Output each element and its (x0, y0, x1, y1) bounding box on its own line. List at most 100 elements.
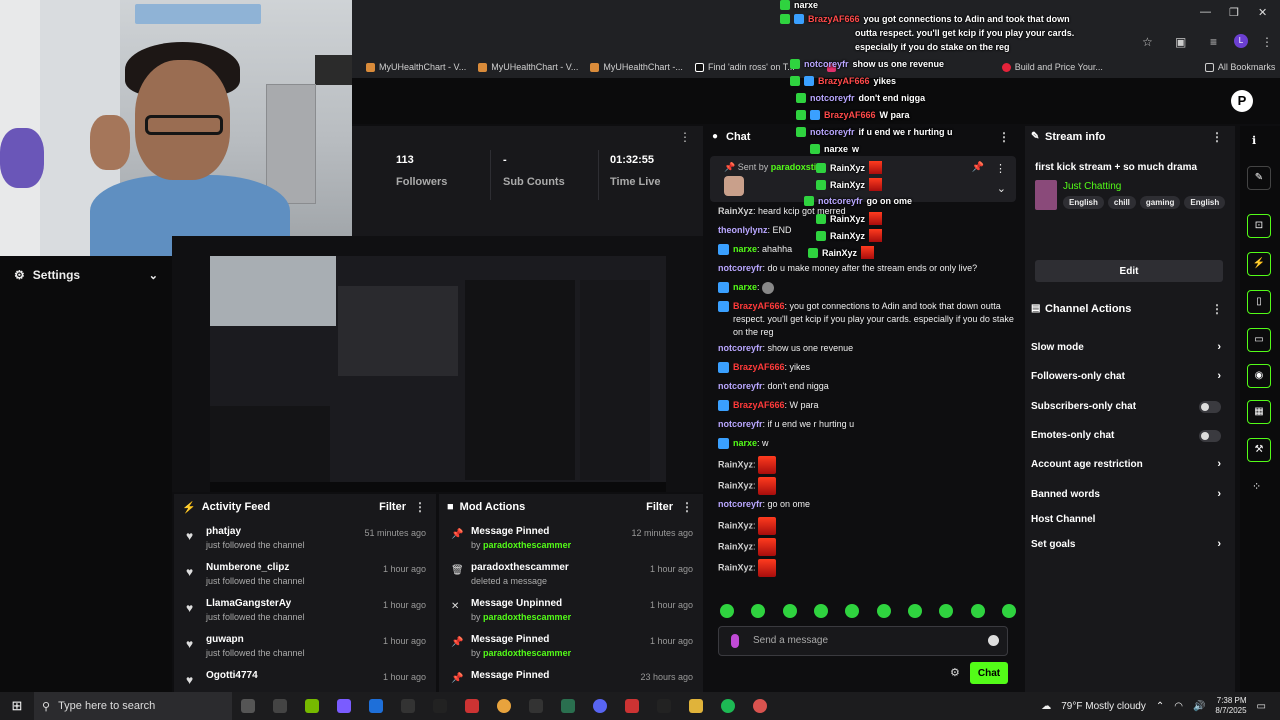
emote-button[interactable] (782, 604, 797, 618)
app-icon[interactable] (529, 699, 543, 713)
taskbar-search[interactable]: ⚲ Type here to search (34, 692, 232, 720)
document-icon[interactable]: ▯ (1247, 290, 1271, 314)
chat-message[interactable]: narxe: (718, 281, 1014, 297)
chat-input[interactable]: Send a message (718, 626, 1008, 656)
notifications-icon[interactable]: ▭ (1257, 701, 1266, 712)
chat-username[interactable]: RainXyz (718, 206, 753, 216)
more-options-icon[interactable]: ⋮ (414, 500, 426, 514)
chat-username[interactable]: RainXyz (718, 562, 753, 572)
chat-message[interactable]: narxe: w (718, 437, 1014, 453)
chat-message[interactable]: notcoreyfr: show us one revenue (718, 342, 1014, 358)
chat-message[interactable]: RainXyz: (718, 477, 1014, 495)
chat-username[interactable]: BrazyAF666 (733, 301, 785, 311)
more-options-icon[interactable]: ⋮ (1211, 126, 1223, 148)
mod-action-item[interactable]: 📌 Message Pinned by paradoxthescammer 12 mi… (439, 520, 703, 556)
broadcast-icon[interactable]: ◉ (1247, 364, 1271, 388)
info-icon[interactable]: ℹ (1252, 134, 1256, 147)
chat-message[interactable]: BrazyAF666: you got connections to Adin … (718, 300, 1014, 339)
activity-item[interactable]: ♥ guwapn just followed the channel 1 hour a… (174, 628, 436, 664)
task-view-icon[interactable] (241, 699, 255, 713)
chat-message[interactable]: notcoreyfr: if u end we r hurting u (718, 418, 1014, 434)
chat-username[interactable]: notcoreyfr (718, 499, 763, 509)
chat-username[interactable]: RainXyz (718, 520, 753, 530)
bookmark-item[interactable]: MyUHealthChart -... (590, 62, 683, 72)
emote-button[interactable] (813, 604, 828, 618)
all-bookmarks[interactable]: All Bookmarks (1204, 62, 1275, 72)
chat-username[interactable]: RainXyz (718, 459, 753, 469)
chat-username[interactable]: RainXyz (718, 541, 753, 551)
minimize-icon[interactable]: — (1200, 6, 1211, 18)
mic-icon[interactable] (731, 634, 739, 648)
epic-games-icon[interactable] (433, 699, 447, 713)
mod-action-item[interactable]: 📌 Message Pinned by paradoxthescammer 1 hou… (439, 628, 703, 664)
network-icon[interactable]: ◠ (1174, 701, 1183, 712)
file-explorer-icon[interactable] (689, 699, 703, 713)
chat-message[interactable]: notcoreyfr: don't end nigga (718, 380, 1014, 396)
clock[interactable]: 7:38 PM 8/7/2025 (1215, 696, 1246, 716)
terminal-icon[interactable] (657, 699, 671, 713)
category-name[interactable]: Just Chatting (1063, 181, 1121, 192)
bookmark-item[interactable]: MyUHealthChart - V... (478, 62, 578, 72)
menu-dots-icon[interactable]: ⋮ (1261, 35, 1273, 49)
chat-username[interactable]: BrazyAF666 (733, 362, 785, 372)
outlook-icon[interactable] (369, 699, 383, 713)
app-icon[interactable] (273, 699, 287, 713)
chat-username[interactable]: BrazyAF666 (733, 400, 785, 410)
toggle-switch[interactable] (1199, 430, 1221, 442)
chat-username[interactable]: theonlylynz (718, 225, 768, 235)
chat-username[interactable]: RainXyz (718, 480, 753, 490)
chat-settings-gear-icon[interactable]: ⚙ (950, 666, 960, 679)
emote-button[interactable] (876, 604, 891, 618)
copilot-icon[interactable] (337, 699, 351, 713)
nvidia-icon[interactable] (305, 699, 319, 713)
more-options-icon[interactable]: ⋮ (679, 130, 691, 144)
lightning-icon[interactable]: ⚡ (1247, 252, 1271, 276)
bookmark-item[interactable]: MyUHealthChart - V... (366, 62, 466, 72)
emote-button[interactable] (939, 604, 954, 618)
layout-icon[interactable]: ▦ (1247, 400, 1271, 424)
chat-username[interactable]: narxe (733, 244, 757, 254)
mod-filter-button[interactable]: Filter (646, 501, 673, 513)
close-icon[interactable]: ✕ (1258, 6, 1267, 19)
settings-toggle[interactable]: ⚙ Settings ⌄ (0, 256, 172, 294)
activity-item[interactable]: ♥ Ogotti4774 1 hour ago (174, 664, 436, 692)
emote-button[interactable] (751, 604, 766, 618)
chat-message[interactable]: notcoreyfr: do u make money after the st… (718, 262, 1014, 278)
emote-button[interactable] (970, 604, 985, 618)
channel-action-item[interactable]: Emotes-only chat (1031, 430, 1227, 442)
channel-action-item[interactable]: Account age restriction › (1031, 458, 1227, 470)
chat-message[interactable]: notcoreyfr: go on ome (718, 498, 1014, 514)
mod-action-item[interactable]: ✕ Message Unpinned by paradoxthescammer 1 h… (439, 592, 703, 628)
chat-message[interactable]: RainXyz: (718, 517, 1014, 535)
emote-button[interactable] (1001, 604, 1016, 618)
app-icon[interactable] (401, 699, 415, 713)
activity-item[interactable]: ♥ Numberone_clipz just followed the channe… (174, 556, 436, 592)
tray-chevron-icon[interactable]: ⌃ (1156, 701, 1164, 712)
chat-message[interactable]: RainXyz: (718, 456, 1014, 474)
app-icon[interactable] (625, 699, 639, 713)
chat-username[interactable]: narxe (733, 282, 757, 292)
more-options-icon[interactable]: ⋮ (681, 500, 693, 514)
windows-start-icon[interactable]: ⊞ (0, 698, 34, 714)
kick-logo-icon[interactable]: P (1231, 90, 1253, 112)
chat-message[interactable]: RainXyz: (718, 559, 1014, 577)
chat-message[interactable]: RainXyz: (718, 538, 1014, 556)
chrome-active-icon[interactable] (753, 699, 767, 713)
cast-icon[interactable]: ▣ (1175, 35, 1186, 49)
chat-username[interactable]: notcoreyfr (718, 419, 763, 429)
chat-send-button[interactable]: Chat (970, 662, 1008, 684)
apps-icon[interactable]: ⁘ (1252, 480, 1261, 493)
channel-action-item[interactable]: Banned words › (1031, 488, 1227, 500)
spotify-icon[interactable] (721, 699, 735, 713)
restore-icon[interactable]: ❐ (1229, 6, 1239, 19)
mod-action-item[interactable]: 📌 Message Pinned 23 hours ago (439, 664, 703, 692)
chat-username[interactable]: notcoreyfr (718, 381, 763, 391)
activity-item[interactable]: ♥ phatjay just followed the channel 51 minu… (174, 520, 436, 556)
obs-icon[interactable] (465, 699, 479, 713)
scan-icon[interactable]: ⊡ (1247, 214, 1271, 238)
chat-message[interactable]: BrazyAF666: W para (718, 399, 1014, 415)
channel-action-item[interactable]: Subscribers-only chat (1031, 401, 1227, 413)
discord-icon[interactable] (593, 699, 607, 713)
edit-stream-button[interactable]: Edit (1035, 260, 1223, 282)
chat-message[interactable]: BrazyAF666: yikes (718, 361, 1014, 377)
